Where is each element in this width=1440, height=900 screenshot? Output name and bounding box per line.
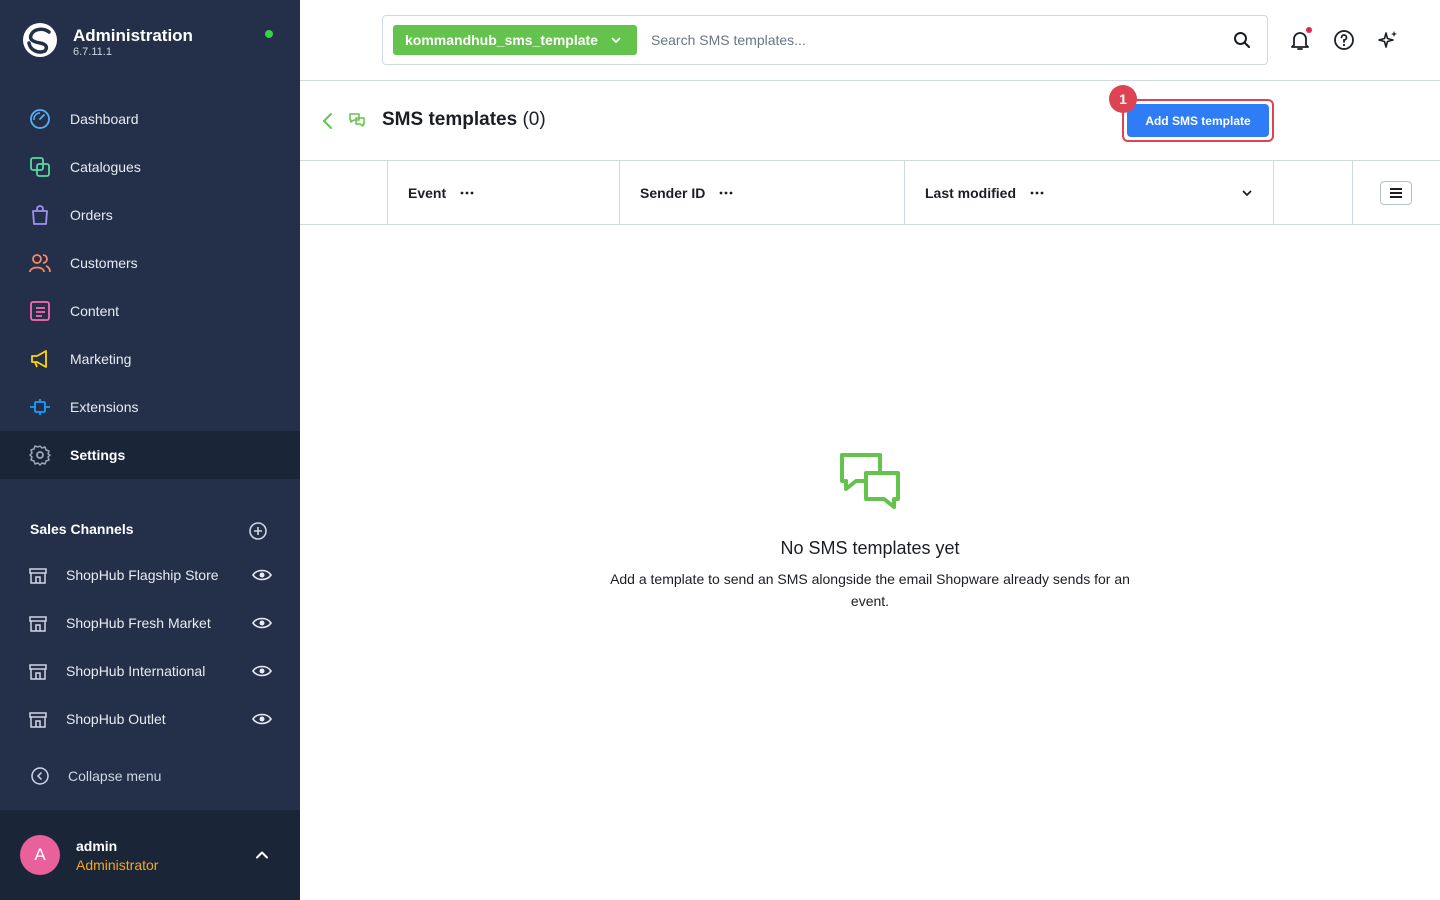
nav-item-orders[interactable]: Orders xyxy=(0,191,300,239)
empty-state-description: Add a template to send an SMS alongside … xyxy=(610,571,1130,609)
eye-icon[interactable] xyxy=(252,709,272,729)
grid-header: Event Sender ID Last modified xyxy=(300,161,1440,225)
storefront-icon xyxy=(29,664,47,680)
ai-sparkle-icon[interactable] xyxy=(1377,29,1399,51)
nav-label: Marketing xyxy=(70,351,132,367)
sales-channel-item[interactable]: ShopHub Fresh Market xyxy=(0,599,300,647)
nav-item-content[interactable]: Content xyxy=(0,287,300,335)
user-menu[interactable]: A admin Administrator xyxy=(0,810,300,900)
customers-icon xyxy=(28,251,52,275)
nav-label: Settings xyxy=(70,447,126,463)
sales-channel-item[interactable]: ShopHub International xyxy=(0,647,300,695)
collapse-menu-button[interactable]: Collapse menu xyxy=(30,766,161,786)
nav-label: Orders xyxy=(70,207,113,223)
column-settings-button[interactable] xyxy=(1380,181,1412,205)
top-bar: kommandhub_sms_template xyxy=(300,0,1440,81)
brand: Administration 6.7.11.1 xyxy=(0,0,300,80)
empty-state-title: No SMS templates yet xyxy=(780,538,960,558)
user-role: Administrator xyxy=(76,857,159,873)
eye-icon[interactable] xyxy=(252,613,272,633)
back-icon[interactable] xyxy=(320,111,336,131)
settings-icon xyxy=(28,443,52,467)
storefront-icon xyxy=(29,568,47,584)
brand-version: 6.7.11.1 xyxy=(73,46,112,58)
sales-channel-label: ShopHub Flagship Store xyxy=(66,567,219,583)
search-type-selector[interactable]: kommandhub_sms_template xyxy=(393,25,637,55)
step-badge: 1 xyxy=(1109,85,1137,113)
storefront-icon xyxy=(29,616,47,632)
nav-label: Extensions xyxy=(70,399,139,415)
nav-item-customers[interactable]: Customers xyxy=(0,239,300,287)
sales-channels-header: Sales Channels xyxy=(30,521,134,537)
column-label: Sender ID xyxy=(640,185,706,201)
shopware-logo-icon xyxy=(23,23,57,57)
search-input[interactable] xyxy=(651,26,1211,54)
catalogue-icon xyxy=(28,155,52,179)
collapse-icon xyxy=(31,767,49,785)
page-header: SMS templates (0) Add SMS template 1 xyxy=(300,81,1440,161)
page-title: SMS templates (0) xyxy=(382,109,546,131)
column-label: Last modified xyxy=(925,185,1017,201)
dashboard-icon xyxy=(28,107,52,131)
column-label: Event xyxy=(408,185,447,201)
avatar: A xyxy=(20,835,60,875)
orders-icon xyxy=(28,203,52,227)
search-icon[interactable] xyxy=(1233,31,1251,49)
notification-badge xyxy=(1306,27,1312,33)
nav-label: Catalogues xyxy=(70,159,141,175)
extensions-icon xyxy=(28,395,52,419)
nav-label: Dashboard xyxy=(70,111,139,127)
nav-item-dashboard[interactable]: Dashboard xyxy=(0,95,300,143)
status-dot xyxy=(265,30,273,38)
empty-state: No SMS templates yet Add a template to s… xyxy=(300,225,1440,900)
nav-label: Customers xyxy=(70,255,138,271)
sales-channel-item[interactable]: ShopHub Flagship Store xyxy=(0,551,300,599)
eye-icon[interactable] xyxy=(252,565,272,585)
add-sales-channel-icon[interactable] xyxy=(248,521,268,541)
more-options-icon[interactable] xyxy=(719,186,733,200)
nav-item-extensions[interactable]: Extensions xyxy=(0,383,300,431)
add-button-highlight: Add SMS template xyxy=(1122,99,1274,142)
user-name: admin xyxy=(76,838,118,854)
brand-title: Administration xyxy=(73,26,193,45)
page-count: (0) xyxy=(522,109,546,130)
more-options-icon[interactable] xyxy=(1030,186,1044,200)
global-search: kommandhub_sms_template xyxy=(382,15,1268,65)
nav-item-settings[interactable]: Settings xyxy=(0,431,300,479)
main-nav: Dashboard Catalogues Orders Customers Co… xyxy=(0,95,300,479)
nav-item-marketing[interactable]: Marketing xyxy=(0,335,300,383)
chat-bubbles-icon xyxy=(349,113,365,127)
nav-item-catalogues[interactable]: Catalogues xyxy=(0,143,300,191)
column-header-last-modified[interactable]: Last modified xyxy=(904,161,1273,225)
sales-channel-label: ShopHub Outlet xyxy=(66,711,166,727)
content-icon xyxy=(28,299,52,323)
search-type-label: kommandhub_sms_template xyxy=(405,32,598,48)
help-icon[interactable] xyxy=(1333,29,1355,51)
sidebar: Administration 6.7.11.1 Dashboard Catalo… xyxy=(0,0,300,900)
page-title-text: SMS templates xyxy=(382,109,518,130)
column-header-sender-id[interactable]: Sender ID xyxy=(619,161,904,225)
sales-channel-list: ShopHub Flagship Store ShopHub Fresh Mar… xyxy=(0,551,300,743)
column-header-actions xyxy=(1273,161,1352,225)
collapse-menu-label: Collapse menu xyxy=(68,768,162,784)
sort-descending-icon[interactable] xyxy=(1240,186,1254,200)
sales-channel-label: ShopHub Fresh Market xyxy=(66,615,211,631)
chevron-up-icon[interactable] xyxy=(254,847,270,863)
menu-icon xyxy=(1390,188,1402,198)
nav-label: Content xyxy=(70,303,120,319)
marketing-icon xyxy=(28,347,52,371)
eye-icon[interactable] xyxy=(252,661,272,681)
more-options-icon[interactable] xyxy=(460,186,474,200)
sales-channel-label: ShopHub International xyxy=(66,663,206,679)
add-sms-template-button[interactable]: Add SMS template xyxy=(1127,104,1269,137)
sales-channel-item[interactable]: ShopHub Outlet xyxy=(0,695,300,743)
chevron-down-icon xyxy=(611,37,621,43)
column-header-event[interactable]: Event xyxy=(387,161,619,225)
chat-bubbles-icon xyxy=(840,453,900,509)
storefront-icon xyxy=(29,712,47,728)
